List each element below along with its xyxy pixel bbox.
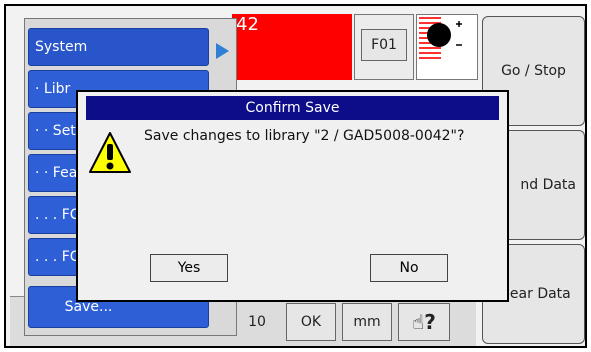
menu-item-label: · · Set	[35, 123, 76, 139]
yes-label: Yes	[177, 260, 201, 276]
dialog-title: Confirm Save	[245, 100, 340, 116]
no-button[interactable]: No	[370, 254, 448, 282]
code-box: F01	[354, 14, 414, 80]
ok-label: OK	[300, 314, 322, 330]
menu-item-label: . . . FC	[35, 249, 80, 265]
active-value-display: 42	[232, 14, 352, 80]
code-button-label: F01	[371, 37, 397, 53]
active-value: 42	[236, 14, 259, 35]
help-mark: ?	[424, 310, 436, 334]
dialog-title-bar: Confirm Save	[86, 96, 499, 120]
tool-icon-box[interactable]	[416, 14, 478, 80]
screen: 42 F01 Go / Stop nd Data Clear Data 10 O…	[4, 4, 587, 348]
bottom-value: 10	[235, 305, 279, 339]
go-stop-label: Go / Stop	[501, 63, 566, 79]
bottom-value-text: 10	[248, 314, 266, 330]
help-button[interactable]: ☝ ?	[398, 303, 450, 341]
ok-button[interactable]: OK	[286, 303, 336, 341]
no-label: No	[399, 260, 419, 276]
pointing-hand-icon: ☝	[412, 310, 425, 334]
selection-arrow-icon	[216, 43, 229, 59]
unit-button[interactable]: mm	[342, 303, 392, 341]
menu-item-label: · · Fea	[35, 165, 78, 181]
find-data-label: nd Data	[520, 177, 576, 193]
menu-item-label: System	[35, 39, 88, 55]
menu-item-system[interactable]: System	[28, 28, 209, 66]
dialog-message: Save changes to library "2 / GAD5008-004…	[144, 128, 465, 144]
menu-item-label: . . . FC	[35, 207, 80, 223]
unit-label: mm	[353, 314, 381, 330]
confirm-save-dialog: Confirm Save Save changes to library "2 …	[76, 90, 509, 302]
code-button[interactable]: F01	[361, 29, 407, 61]
menu-item-label: · Libr	[35, 81, 71, 97]
yes-button[interactable]: Yes	[150, 254, 228, 282]
tool-status-icon	[419, 17, 462, 59]
warning-icon	[89, 132, 131, 173]
